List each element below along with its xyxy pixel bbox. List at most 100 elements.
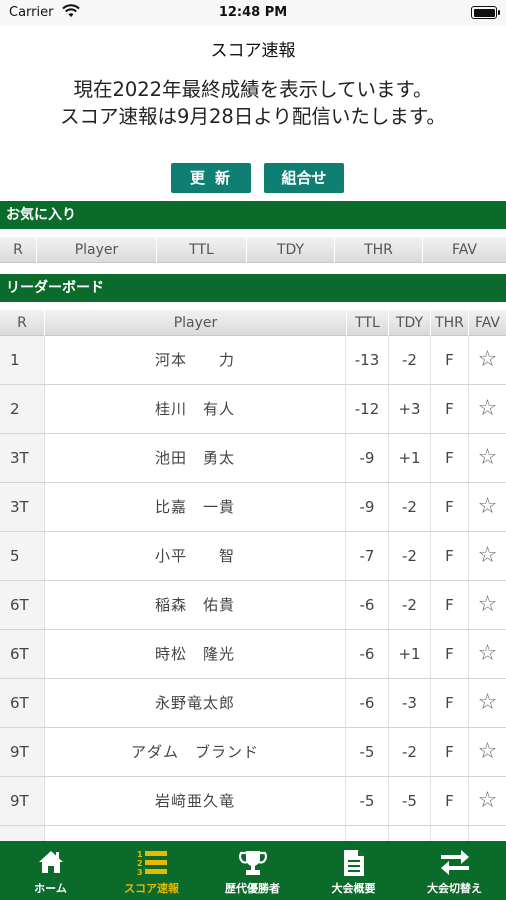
col-fav: FAV — [422, 237, 506, 263]
thr-cell: F — [430, 581, 468, 629]
favorites-table-header: R Player TTL TDY THR FAV — [0, 237, 506, 263]
favorite-star-icon[interactable]: ☆ — [468, 630, 506, 678]
ttl-cell: -7 — [359, 547, 375, 565]
favorite-star-icon[interactable]: ☆ — [468, 581, 506, 629]
rank-cell: 9T — [0, 728, 44, 776]
table-row[interactable]: 3T 比嘉 一貴 -9 -2 F ☆ — [0, 483, 506, 532]
status-bar: Carrier 12:48 PM — [0, 0, 506, 26]
tab-outline[interactable]: 大会概要 — [303, 841, 404, 900]
thr-cell: F — [430, 434, 468, 482]
favorite-star-icon[interactable]: ☆ — [468, 385, 506, 433]
rank-cell: 6T — [0, 630, 44, 678]
thr-cell: F — [430, 630, 468, 678]
thr-cell: F — [430, 777, 468, 825]
tdy-cell: -2 — [388, 336, 430, 384]
table-row[interactable] — [0, 826, 506, 841]
trophy-icon — [202, 849, 303, 877]
tdy-cell: +3 — [388, 385, 430, 433]
combination-button[interactable]: 組合せ — [264, 163, 344, 193]
ttl-cell: -6 — [359, 694, 375, 712]
col-tdy: TDY — [246, 237, 334, 263]
col-ttl: TTL — [346, 310, 388, 336]
tab-home[interactable]: ホーム — [0, 841, 101, 900]
document-icon — [303, 849, 404, 877]
thr-cell: F — [430, 532, 468, 580]
tdy-cell: -5 — [388, 777, 430, 825]
col-fav: FAV — [468, 310, 506, 336]
ttl-cell: -6 — [359, 645, 375, 663]
col-ttl: TTL — [156, 237, 246, 263]
table-row[interactable]: 5 小平 智 -7 -2 F ☆ — [0, 532, 506, 581]
tdy-cell: +1 — [388, 434, 430, 482]
player-cell: アダム ブランド — [44, 728, 346, 776]
favorites-section-title: お気に入り — [0, 201, 506, 229]
table-row[interactable]: 2 桂川 有人 -12 +3 F ☆ — [0, 385, 506, 434]
tdy-cell: -2 — [388, 581, 430, 629]
tab-label: 大会切替え — [427, 882, 482, 895]
favorite-star-icon[interactable]: ☆ — [468, 483, 506, 531]
home-icon — [0, 849, 101, 877]
table-row[interactable]: 6T 稲森 佑貴 -6 -2 F ☆ — [0, 581, 506, 630]
col-rank: R — [17, 315, 27, 331]
ttl-cell: -5 — [359, 792, 375, 810]
tab-label: 歴代優勝者 — [225, 882, 280, 895]
switch-arrows-icon — [404, 849, 505, 877]
rank-cell: 9T — [0, 777, 44, 825]
col-rank: R — [13, 242, 23, 258]
battery-icon — [471, 6, 500, 19]
clock: 12:48 PM — [218, 5, 288, 20]
rank-cell: 1 — [0, 336, 44, 384]
rank-cell: 3T — [0, 483, 44, 531]
tab-score[interactable]: 1 2 3 スコア速報 — [101, 841, 202, 900]
table-row[interactable]: 6T 時松 隆光 -6 +1 F ☆ — [0, 630, 506, 679]
tab-history[interactable]: 歴代優勝者 — [202, 841, 303, 900]
ttl-cell — [346, 826, 388, 841]
rank-cell: 6T — [0, 679, 44, 727]
tdy-cell: -2 — [388, 532, 430, 580]
thr-cell: F — [430, 728, 468, 776]
refresh-button[interactable]: 更新 — [171, 163, 251, 193]
tab-bar: ホーム 1 2 3 スコア速報 歴代優勝者 大会概要 大会切替え — [0, 841, 506, 900]
tdy-cell: -2 — [388, 483, 430, 531]
notice-line-1: 現在2022年最終成績を表示しています。 — [73, 78, 433, 101]
leaderboard-list[interactable]: 1 河本 力 -13 -2 F ☆ 2 桂川 有人 -12 +3 F ☆ 3T … — [0, 336, 506, 841]
rank-cell: 2 — [0, 385, 44, 433]
favorite-star-icon[interactable]: ☆ — [468, 336, 506, 384]
player-cell: 河本 力 — [44, 336, 346, 384]
favorite-star-icon[interactable]: ☆ — [468, 532, 506, 580]
rank-cell: 3T — [0, 434, 44, 482]
tab-label: ホーム — [34, 882, 67, 895]
thr-cell — [430, 826, 468, 841]
table-row[interactable]: 3T 池田 勇太 -9 +1 F ☆ — [0, 434, 506, 483]
table-row[interactable]: 9T 岩﨑亜久竜 -5 -5 F ☆ — [0, 777, 506, 826]
favorite-star-icon[interactable]: ☆ — [468, 679, 506, 727]
favorite-star-icon[interactable]: ☆ — [468, 777, 506, 825]
rank-cell — [0, 826, 44, 841]
table-row[interactable]: 9T アダム ブランド -5 -2 F ☆ — [0, 728, 506, 777]
leaderboard-section-title: リーダーボード — [0, 274, 506, 302]
tdy-cell — [388, 826, 430, 841]
player-cell: 稲森 佑貴 — [44, 581, 346, 629]
col-thr: THR — [430, 310, 468, 336]
favorite-star-icon[interactable]: ☆ — [468, 728, 506, 776]
player-cell: 永野竜太郎 — [44, 679, 346, 727]
tab-label: スコア速報 — [124, 882, 179, 895]
ttl-cell: -9 — [359, 449, 375, 467]
table-row[interactable]: 1 河本 力 -13 -2 F ☆ — [0, 336, 506, 385]
col-thr: THR — [334, 237, 422, 263]
table-row[interactable]: 6T 永野竜太郎 -6 -3 F ☆ — [0, 679, 506, 728]
tdy-cell: -3 — [388, 679, 430, 727]
rank-cell: 6T — [0, 581, 44, 629]
thr-cell: F — [430, 679, 468, 727]
player-cell: 岩﨑亜久竜 — [44, 777, 346, 825]
favorite-star-icon[interactable]: ☆ — [468, 434, 506, 482]
ttl-cell: -12 — [354, 400, 380, 418]
ttl-cell: -5 — [359, 743, 375, 761]
col-player: Player — [36, 237, 156, 263]
player-cell: 桂川 有人 — [44, 385, 346, 433]
tab-label: 大会概要 — [331, 882, 376, 895]
ttl-cell: -13 — [354, 351, 380, 369]
tab-switch[interactable]: 大会切替え — [404, 841, 505, 900]
favorite-star-icon[interactable] — [468, 826, 506, 841]
tdy-cell: +1 — [388, 630, 430, 678]
